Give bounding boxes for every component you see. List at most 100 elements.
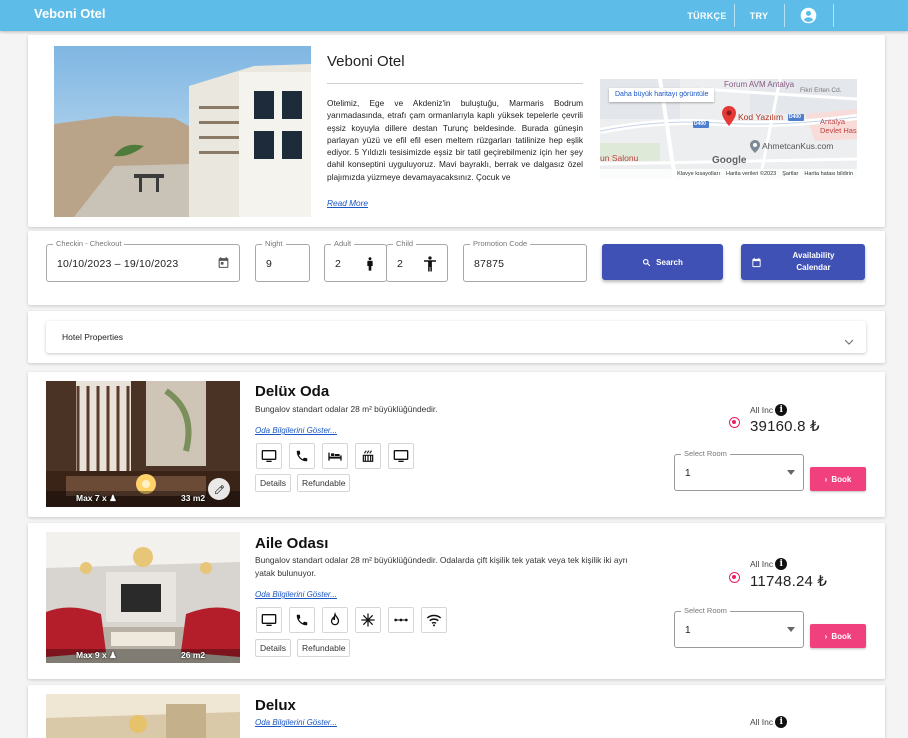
chevron-down-icon[interactable] (844, 333, 854, 351)
map-label: un Salonu (600, 153, 639, 163)
info-icon[interactable]: i (775, 558, 788, 570)
person-icon: ♟ (109, 650, 117, 660)
search-card: Checkin - Checkout 10/10/2023 – 19/10/20… (28, 231, 885, 305)
wifi-icon (421, 607, 447, 633)
map-pin-icon (722, 106, 736, 131)
map-report-link[interactable]: Harita hatası bildirin (804, 171, 853, 177)
language-selector[interactable]: TÜRKÇE (683, 0, 731, 31)
capacity-label: Max 9 x ♟ (76, 650, 117, 660)
checkin-checkout-field[interactable]: Checkin - Checkout 10/10/2023 – 19/10/20… (46, 239, 240, 282)
map-label: AhmetcanKus.com (762, 141, 834, 151)
place-pin-icon (750, 140, 760, 158)
read-more-link[interactable]: Read More (327, 198, 371, 208)
hotel-name: Veboni Otel (327, 53, 405, 70)
phone-icon (289, 443, 315, 469)
tv-icon (256, 607, 282, 633)
room-info-link[interactable]: Oda Bilgilerini Göster... (255, 590, 337, 599)
room-info-link[interactable]: Oda Bilgilerini Göster... (255, 426, 337, 435)
tv-icon (256, 443, 282, 469)
phone-icon (289, 607, 315, 633)
map-shortcuts-link[interactable]: Klavye kısayolları (677, 171, 720, 177)
more-icon (388, 607, 414, 633)
child-person-icon (421, 254, 439, 279)
night-field[interactable]: Night 9 (255, 239, 310, 282)
details-chip[interactable]: Details (255, 639, 291, 657)
currency-selector[interactable]: TRY (744, 0, 774, 31)
select-room-value: 1 (685, 468, 691, 479)
availability-calendar-button[interactable]: Availability Calendar (741, 244, 865, 280)
price-radio[interactable] (729, 572, 740, 583)
room-photo[interactable] (46, 694, 240, 738)
field-label: Select Room (681, 606, 730, 615)
info-icon[interactable]: i (775, 404, 788, 416)
child-field[interactable]: Child 2 (386, 239, 448, 282)
select-room-dropdown[interactable]: Select Room 1 (674, 449, 804, 491)
chevron-right-icon: › (824, 631, 828, 641)
field-label: Select Room (681, 449, 730, 458)
map-label: D400 (789, 114, 801, 120)
room-title: Aile Odası (255, 535, 329, 552)
bed-icon (322, 443, 348, 469)
map-label: Antalya Devlet Has (820, 117, 857, 135)
book-button[interactable]: › Book (810, 467, 866, 491)
refundable-chip: Refundable (297, 639, 351, 657)
info-icon[interactable]: i (775, 716, 788, 728)
book-button[interactable]: › Book (810, 624, 866, 648)
search-icon (642, 258, 651, 267)
refundable-chip: Refundable (297, 474, 351, 492)
field-label: Promotion Code (470, 239, 531, 248)
room-info-link[interactable]: Oda Bilgilerini Göster... (255, 718, 337, 727)
room-price: 39160.8 ₺ (750, 418, 820, 435)
view-larger-map-link[interactable]: Daha büyük haritayı görüntüle (609, 88, 715, 102)
hotel-info-card: Veboni Otel Otelimiz, Ege ve Akdeniz'in … (28, 35, 885, 227)
room-title: Delüx Oda (255, 383, 330, 400)
top-app-bar: Veboni Otel TÜRKÇE TRY (0, 0, 908, 31)
map-data-label: Harita verileri ©2023 (725, 171, 777, 177)
divider (833, 4, 834, 27)
board-type-label: All Inc i (750, 716, 788, 728)
calendar-icon[interactable] (217, 256, 230, 274)
room-size-label: 26 m2 (181, 650, 206, 660)
brand-title[interactable]: Veboni Otel (34, 6, 106, 21)
location-map[interactable]: Daha büyük haritayı görüntüle Forum AVM … (600, 79, 857, 179)
price-radio[interactable] (729, 417, 740, 428)
fire-icon (322, 607, 348, 633)
divider (784, 4, 785, 27)
field-label: Child (393, 239, 417, 248)
capacity-label: Max 7 x ♟ (76, 493, 117, 503)
board-type-label: All Inc i (750, 404, 788, 416)
dropdown-arrow-icon (787, 470, 795, 475)
promotion-code-field[interactable]: Promotion Code 87875 (463, 239, 587, 282)
field-label: Checkin - Checkout (53, 239, 125, 248)
room-title: Delux (255, 697, 296, 714)
person-icon: ♟ (109, 493, 117, 503)
select-room-dropdown[interactable]: Select Room 1 (674, 606, 804, 648)
hotel-properties-accordion[interactable]: Hotel Properties (46, 321, 866, 353)
search-button-label: Search (656, 257, 683, 267)
room-price: 11748.24 ₺ (750, 573, 828, 590)
map-label: Fikri Erten Cd. (800, 87, 842, 94)
room-photo[interactable] (46, 532, 240, 663)
monitor-icon (388, 443, 414, 469)
edit-icon[interactable] (208, 478, 230, 500)
hotel-description: Otelimiz, Ege ve Akdeniz'in buluştuğu, M… (327, 98, 583, 182)
room-description: Bungalov standart odalar 28 m² büyüklüğü… (255, 404, 438, 414)
account-icon[interactable] (794, 0, 822, 31)
map-footer: Klavye kısayolları Harita verileri ©2023… (600, 169, 857, 179)
field-label: Night (262, 239, 286, 248)
search-button[interactable]: Search (602, 244, 723, 280)
adult-field[interactable]: Adult 2 (324, 239, 387, 282)
map-terms-link[interactable]: Şartlar (782, 171, 798, 177)
accordion-title: Hotel Properties (62, 332, 123, 342)
map-label: D400 (694, 121, 706, 127)
date-range-value: 10/10/2023 – 19/10/2023 (57, 258, 179, 270)
heater-icon (355, 443, 381, 469)
room-size-label: 33 m2 (181, 493, 206, 503)
google-logo: Google (712, 155, 747, 166)
room-card: Delux Oda Bilgilerini Göster... All Inc i (28, 685, 885, 738)
map-label: Forum AVM Antalya (724, 80, 795, 89)
promotion-code-value: 87875 (474, 258, 505, 270)
details-chip[interactable]: Details (255, 474, 291, 492)
room-description: Bungalov standart odalar 28 m² büyüklüğü… (255, 555, 628, 578)
chevron-right-icon: › (824, 474, 828, 484)
